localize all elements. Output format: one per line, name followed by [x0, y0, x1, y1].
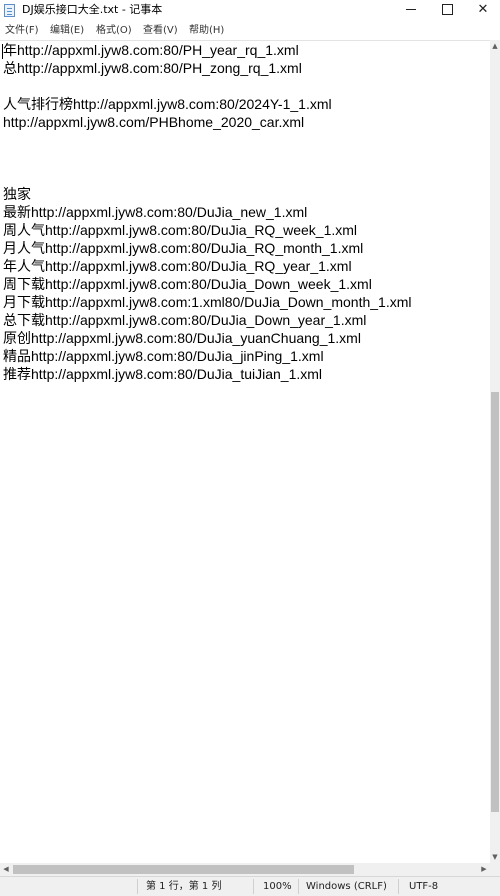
maximize-icon: [441, 4, 453, 15]
menu-bar: 文件(F) 编辑(E) 格式(O) 查看(V) 帮助(H): [0, 22, 500, 40]
status-divider: [298, 879, 299, 894]
vertical-scrollbar[interactable]: ▲ ▼: [490, 40, 500, 863]
close-button[interactable]: ✕: [464, 0, 500, 21]
scrollbar-corner: [490, 863, 500, 876]
title-bar[interactable]: DJ娱乐接口大全.txt - 记事本 ✕: [0, 0, 500, 21]
text-line: http://appxml.jyw8.com/PHBhome_2020_car.…: [3, 114, 305, 130]
text-line: 月人气http://appxml.jyw8.com:80/DuJia_RQ_mo…: [3, 240, 364, 256]
status-divider: [398, 879, 399, 894]
minimize-button[interactable]: [392, 0, 430, 21]
status-divider: [137, 879, 138, 894]
window-title: DJ娱乐接口大全.txt - 记事本: [22, 3, 163, 16]
text-line: 最新http://appxml.jyw8.com:80/DuJia_new_1.…: [3, 204, 308, 220]
scroll-up-icon[interactable]: ▲: [490, 40, 500, 52]
text-line: 独家: [3, 186, 31, 202]
maximize-button[interactable]: [428, 0, 466, 21]
status-bar: 第 1 行，第 1 列 100% Windows (CRLF) UTF-8: [0, 876, 500, 896]
text-editor[interactable]: 年http://appxml.jyw8.com:80/PH_year_rq_1.…: [0, 40, 490, 864]
text-line: 总http://appxml.jyw8.com:80/PH_zong_rq_1.…: [3, 60, 302, 76]
line-ending: Windows (CRLF): [306, 881, 387, 892]
text-line: 人气排行榜http://appxml.jyw8.com:80/2024Y-1_1…: [3, 96, 332, 112]
close-icon: ✕: [477, 2, 489, 17]
menu-view[interactable]: 查看(V): [143, 24, 178, 38]
text-line: 周下载http://appxml.jyw8.com:80/DuJia_Down_…: [3, 276, 372, 292]
horizontal-scrollbar[interactable]: ◀ ▶: [0, 863, 490, 876]
vertical-scroll-thumb[interactable]: [491, 392, 499, 812]
scroll-left-icon[interactable]: ◀: [0, 863, 12, 876]
text-line: 总下载http://appxml.jyw8.com:80/DuJia_Down_…: [3, 312, 367, 328]
horizontal-scroll-thumb[interactable]: [13, 865, 354, 874]
cursor-position: 第 1 行，第 1 列: [146, 881, 222, 892]
notepad-window: DJ娱乐接口大全.txt - 记事本 ✕ 文件(F) 编辑(E) 格式(O) 查…: [0, 0, 500, 896]
text-line: 周人气http://appxml.jyw8.com:80/DuJia_RQ_we…: [3, 222, 358, 238]
menu-format[interactable]: 格式(O): [96, 24, 132, 38]
encoding: UTF-8: [409, 881, 439, 892]
minimize-icon: [406, 9, 416, 10]
menu-edit[interactable]: 编辑(E): [50, 24, 84, 38]
text-line: 推荐http://appxml.jyw8.com:80/DuJia_tuiJia…: [3, 366, 323, 382]
menu-help[interactable]: 帮助(H): [189, 24, 224, 38]
scroll-down-icon[interactable]: ▼: [490, 851, 500, 863]
notepad-icon: [4, 4, 15, 17]
status-divider: [253, 879, 254, 894]
text-line: 月下载http://appxml.jyw8.com:1.xml80/DuJia_…: [3, 294, 412, 310]
menu-file[interactable]: 文件(F): [5, 24, 39, 38]
text-line: 原创http://appxml.jyw8.com:80/DuJia_yuanCh…: [3, 330, 361, 346]
text-line: 精品http://appxml.jyw8.com:80/DuJia_jinPin…: [3, 348, 324, 364]
text-line: 年人气http://appxml.jyw8.com:80/DuJia_RQ_ye…: [3, 258, 352, 274]
zoom-level: 100%: [263, 881, 292, 892]
scroll-right-icon[interactable]: ▶: [478, 863, 490, 876]
text-line: 年http://appxml.jyw8.com:80/PH_year_rq_1.…: [3, 42, 299, 58]
